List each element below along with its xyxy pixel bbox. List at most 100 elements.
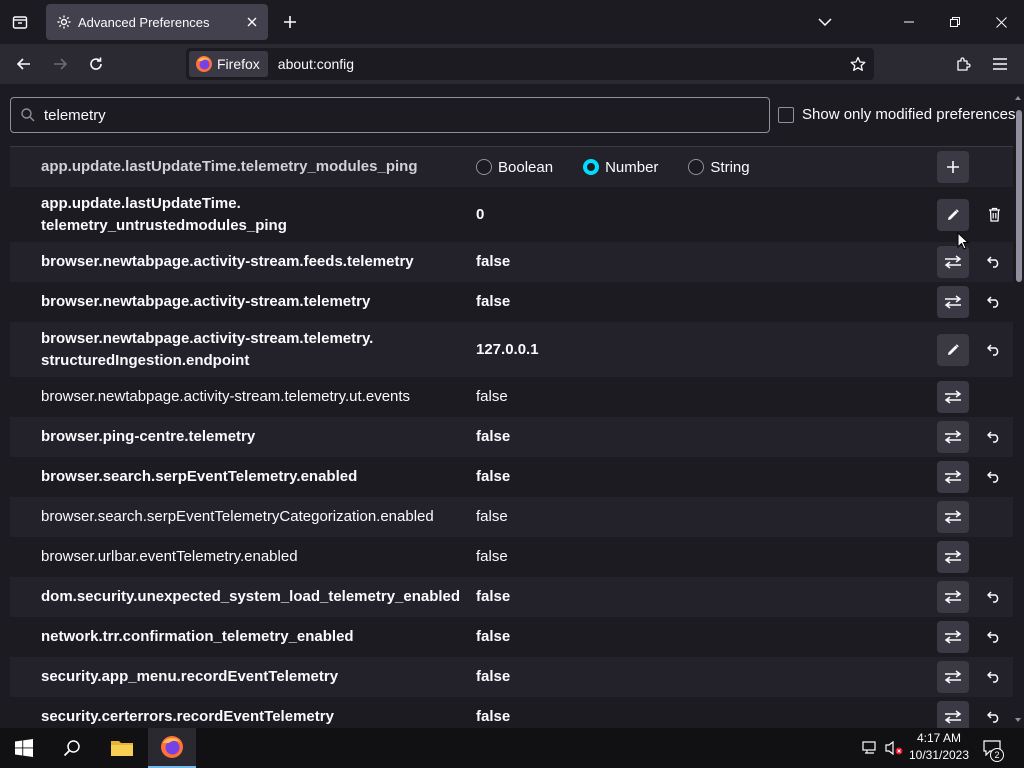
scroll-down-icon[interactable] xyxy=(1014,716,1022,724)
radio-boolean[interactable]: Boolean xyxy=(476,159,553,176)
search-box[interactable] xyxy=(10,97,770,133)
edit-button[interactable] xyxy=(937,333,969,366)
address-bar[interactable]: Firefox about:config xyxy=(186,48,874,80)
menu-button[interactable] xyxy=(986,50,1014,78)
toggle-arrows-icon xyxy=(944,510,962,524)
table-row[interactable]: app.update.lastUpdateTime. telemetry_untr… xyxy=(10,187,1013,242)
toggle-button[interactable] xyxy=(937,581,969,613)
list-all-tabs-button[interactable] xyxy=(802,0,848,44)
radio-button-checked[interactable] xyxy=(583,159,600,175)
reset-arrow-icon xyxy=(987,296,999,308)
forward-button[interactable] xyxy=(46,50,74,78)
pref-name-line: browser.search.serpEventTelemetryCategor… xyxy=(41,508,434,525)
toggle-button[interactable] xyxy=(937,501,969,533)
table-row[interactable]: browser.newtabpage.activity-stream.telem… xyxy=(10,377,1013,417)
file-explorer-button[interactable] xyxy=(98,728,146,768)
radio-button[interactable] xyxy=(476,159,492,175)
search-taskbar-button[interactable] xyxy=(48,728,96,768)
toggle-arrows-icon xyxy=(944,470,962,484)
minimize-button[interactable] xyxy=(886,0,932,44)
extensions-button[interactable] xyxy=(950,50,978,78)
reset-button[interactable] xyxy=(978,246,1010,278)
delete-button[interactable] xyxy=(978,199,1010,231)
table-row[interactable]: security.app_menu.recordEventTelemetry fa… xyxy=(10,657,1013,697)
back-button[interactable] xyxy=(10,50,38,78)
tab-advanced-preferences[interactable]: Advanced Preferences xyxy=(46,4,268,40)
checkbox[interactable] xyxy=(778,106,794,123)
identity-box[interactable]: Firefox xyxy=(189,51,268,77)
pref-name: browser.search.serpEventTelemetryCategor… xyxy=(41,506,461,528)
table-row[interactable]: network.trr.confirmation_telemetry_enabl… xyxy=(10,617,1013,657)
table-row[interactable]: browser.ping-centre.telemetry false xyxy=(10,417,1013,457)
close-tab-button[interactable] xyxy=(240,10,264,34)
pref-name: browser.ping-centre.telemetry xyxy=(41,426,461,448)
system-clock[interactable]: 4:17 AM 10/31/2023 xyxy=(904,730,974,764)
pref-name-line: browser.newtabpage.activity-stream.telem… xyxy=(41,293,371,310)
table-row[interactable]: dom.security.unexpected_system_load_tele… xyxy=(10,577,1013,617)
close-window-button[interactable] xyxy=(978,0,1024,44)
network-icon[interactable] xyxy=(861,738,881,758)
start-button[interactable] xyxy=(0,728,48,768)
reload-button[interactable] xyxy=(82,50,110,78)
table-row[interactable]: browser.newtabpage.activity-stream.telem… xyxy=(10,282,1013,322)
table-row[interactable]: browser.newtabpage.activity-stream.feeds… xyxy=(10,242,1013,282)
toggle-arrows-icon xyxy=(944,295,962,309)
radio-string[interactable]: String xyxy=(688,159,750,176)
clock-date: 10/31/2023 xyxy=(908,748,970,762)
toggle-button[interactable] xyxy=(937,661,969,693)
reset-button[interactable] xyxy=(978,581,1010,613)
reset-button[interactable] xyxy=(978,334,1010,366)
table-row[interactable]: browser.search.serpEventTelemetryCategor… xyxy=(10,497,1013,537)
reset-button[interactable] xyxy=(978,421,1010,453)
pref-name: browser.newtabpage.activity-stream.telem… xyxy=(41,328,461,372)
edit-button[interactable] xyxy=(937,198,969,231)
pref-value: false xyxy=(476,668,511,685)
pref-name: browser.newtabpage.activity-stream.telem… xyxy=(41,291,461,313)
toggle-button[interactable] xyxy=(937,701,969,728)
toggle-button[interactable] xyxy=(937,461,969,493)
pref-name-line: structuredIngestion.endpoint xyxy=(41,351,250,369)
radio-number[interactable]: Number xyxy=(583,159,658,176)
radio-button[interactable] xyxy=(688,159,705,175)
toggle-button[interactable] xyxy=(937,421,969,453)
search-input[interactable] xyxy=(44,106,769,124)
star-icon xyxy=(850,56,866,71)
restore-icon xyxy=(950,17,960,27)
reset-button[interactable] xyxy=(978,621,1010,653)
scroll-thumb[interactable] xyxy=(1016,110,1022,282)
page-scrollbar[interactable] xyxy=(1014,94,1022,728)
toggle-button[interactable] xyxy=(937,541,969,573)
reset-button[interactable] xyxy=(978,286,1010,318)
about-config-page: Show only modified preferences app.updat… xyxy=(0,84,1024,728)
volume-muted-icon[interactable] xyxy=(884,738,904,758)
restore-button[interactable] xyxy=(932,0,978,44)
table-row[interactable]: browser.search.serpEventTelemetry.enable… xyxy=(10,457,1013,497)
toggle-arrows-icon xyxy=(944,430,962,444)
table-row[interactable]: browser.newtabpage.activity-stream.telem… xyxy=(10,322,1013,377)
pref-value: 127.0.0.1 xyxy=(476,340,539,358)
pref-name-line: browser.ping-centre.telemetry xyxy=(41,428,256,445)
pref-value: false xyxy=(476,708,511,725)
reset-arrow-icon xyxy=(987,471,999,483)
toggle-button[interactable] xyxy=(937,621,969,653)
table-row[interactable]: security.certerrors.recordEventTelemetry… xyxy=(10,697,1013,728)
toggle-arrows-icon xyxy=(944,630,962,644)
firefox-view-button[interactable] xyxy=(6,8,34,36)
reset-button[interactable] xyxy=(978,701,1010,728)
show-modified-checkbox[interactable]: Show only modified preferences xyxy=(778,106,1015,123)
arrow-left-icon xyxy=(16,58,30,70)
bookmark-button[interactable] xyxy=(844,50,872,78)
table-row[interactable]: browser.urlbar.eventTelemetry.enabled fal… xyxy=(10,537,1013,577)
toggle-button[interactable] xyxy=(937,286,969,318)
reset-button[interactable] xyxy=(978,661,1010,693)
toggle-arrows-icon xyxy=(944,255,962,269)
toggle-button[interactable] xyxy=(937,246,969,278)
hamburger-icon xyxy=(993,58,1007,70)
add-pref-button[interactable] xyxy=(937,151,969,183)
scroll-up-icon[interactable] xyxy=(1014,94,1022,102)
toggle-button[interactable] xyxy=(937,381,969,413)
url-text[interactable]: about:config xyxy=(278,56,844,72)
reset-button[interactable] xyxy=(978,461,1010,493)
new-tab-button[interactable] xyxy=(276,8,304,36)
firefox-taskbar-button[interactable] xyxy=(148,728,196,768)
